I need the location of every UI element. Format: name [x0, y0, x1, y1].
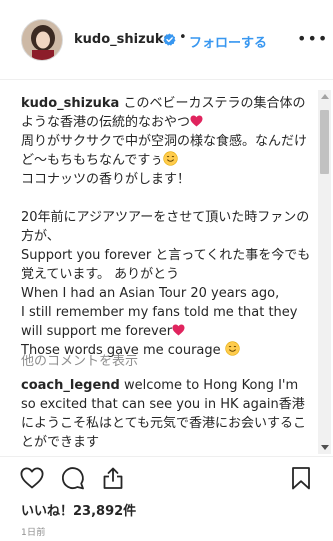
- ellipsis-icon[interactable]: •••: [297, 31, 328, 47]
- smiling-face-emoji-icon: [163, 151, 178, 166]
- caption-line-4: 20年前にアジアツアーをさせて頂いた時ファンの方が、: [21, 210, 310, 244]
- follow-button[interactable]: フォローする: [189, 32, 267, 51]
- avatar[interactable]: [21, 19, 63, 61]
- smiling-face-emoji-icon: [225, 341, 240, 356]
- bookmark-icon[interactable]: [288, 465, 314, 491]
- red-heart-emoji-icon: [190, 115, 203, 127]
- heart-outline-icon[interactable]: [19, 465, 45, 491]
- separator-dot: •: [179, 30, 187, 45]
- post-header: kudo_shizuka • フォローする •••: [0, 0, 333, 80]
- caption-line-5: Support you forever と言ってくれた事を今でも覚えています。 …: [21, 248, 311, 282]
- share-icon[interactable]: [100, 465, 126, 491]
- red-heart-emoji-icon: [172, 324, 185, 336]
- scroll-down-arrow-icon[interactable]: [321, 445, 329, 450]
- comments-scrollbar[interactable]: [318, 90, 331, 454]
- post-actions-bar: いいね！23,892件 1日前: [0, 456, 333, 541]
- caption-line-3: ココナッツの香りがします！: [21, 172, 191, 187]
- caption-line-6: When I had an Asian Tour 20 years ago,: [21, 286, 280, 301]
- caption-blank-line: [21, 189, 313, 208]
- scroll-up-arrow-icon[interactable]: [321, 94, 329, 99]
- comment-username[interactable]: coach_legend: [21, 378, 120, 393]
- post-caption: kudo_shizuka このベビーカステラの集合体のような香港の伝統的なおやつ…: [21, 94, 313, 360]
- post-timestamp[interactable]: 1日前: [21, 525, 46, 538]
- caption-username[interactable]: kudo_shizuka: [21, 96, 119, 111]
- comments-section: kudo_shizuka このベビーカステラの集合体のような香港の伝統的なおやつ…: [0, 80, 333, 456]
- comment-item: coach_legend welcome to Hong Kong I'm so…: [21, 376, 313, 452]
- likes-count[interactable]: いいね！23,892件: [21, 500, 136, 519]
- view-more-comments-link[interactable]: 他のコメントを表示: [21, 350, 138, 369]
- caption-line-7: I still remember my fans told me that th…: [21, 305, 302, 339]
- comment-bubble-icon[interactable]: [60, 465, 86, 491]
- avatar-image: [22, 20, 62, 60]
- post-author-username[interactable]: kudo_shizuka: [74, 32, 172, 47]
- scroll-thumb[interactable]: [320, 110, 329, 174]
- verified-badge-icon: [163, 33, 176, 46]
